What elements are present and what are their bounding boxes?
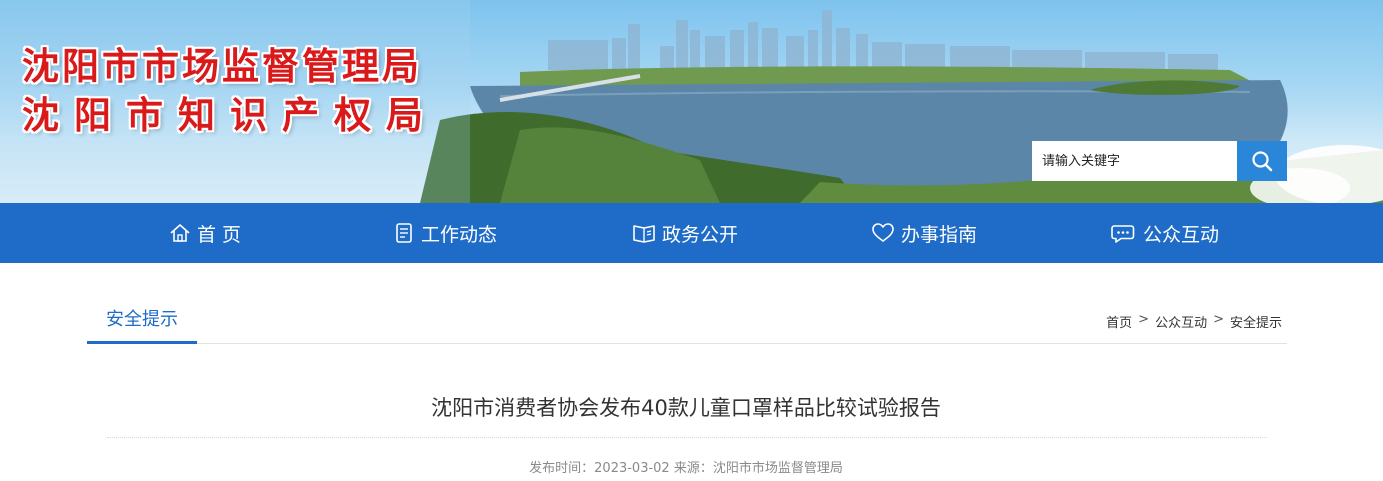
title-divider: [107, 437, 1267, 438]
nav-item-home[interactable]: 首 页: [169, 203, 241, 263]
open-book-icon: [633, 225, 655, 243]
search-icon: [1252, 151, 1273, 172]
article-meta: 发布时间：2023-03-02 来源：沈阳市市场监督管理局: [529, 461, 843, 476]
header-banner: 沈阳市市场监督管理局 沈阳市知识产权局: [0, 0, 1383, 203]
article-title: 沈阳市消费者协会发布40款儿童口罩样品比较试验报告: [431, 396, 941, 420]
nav-item-label: 工作动态: [421, 223, 498, 246]
chat-bubble-icon: [1111, 225, 1135, 243]
main-nav: 首 页 工作动态 政务公开 办事指南 公众互动: [0, 203, 1383, 263]
nav-item-label: 公众互动: [1143, 223, 1220, 246]
nav-item-service-guide[interactable]: 办事指南: [871, 203, 977, 263]
breadcrumb-separator: >: [1213, 312, 1224, 327]
heart-icon: [872, 223, 894, 242]
site-title-line1: 沈阳市市场监督管理局: [22, 45, 422, 88]
nav-item-public-interaction[interactable]: 公众互动: [1111, 203, 1219, 263]
document-icon: [396, 223, 412, 243]
nav-item-government-affairs[interactable]: 政务公开: [632, 203, 738, 263]
nav-item-label: 办事指南: [901, 223, 978, 246]
site-title-line2: 沈阳市知识产权局: [22, 94, 438, 137]
section-tab[interactable]: 安全提示: [87, 300, 197, 344]
nav-item-label: 首 页: [197, 223, 242, 246]
search-input[interactable]: [1032, 141, 1237, 181]
breadcrumb: 首页 > 公众互动 > 安全提示: [1106, 312, 1282, 331]
breadcrumb-safety-tips[interactable]: 安全提示: [1230, 312, 1282, 331]
nav-item-work-news[interactable]: 工作动态: [393, 203, 497, 263]
search-button[interactable]: [1237, 141, 1287, 181]
breadcrumb-home[interactable]: 首页: [1106, 312, 1132, 331]
breadcrumb-public-interaction[interactable]: 公众互动: [1155, 312, 1207, 331]
search-box: [1032, 141, 1287, 181]
nav-item-label: 政务公开: [662, 223, 739, 246]
section-header: 安全提示 首页 > 公众互动 > 安全提示: [87, 300, 1287, 344]
breadcrumb-separator: >: [1138, 312, 1150, 327]
home-icon: [170, 224, 190, 242]
